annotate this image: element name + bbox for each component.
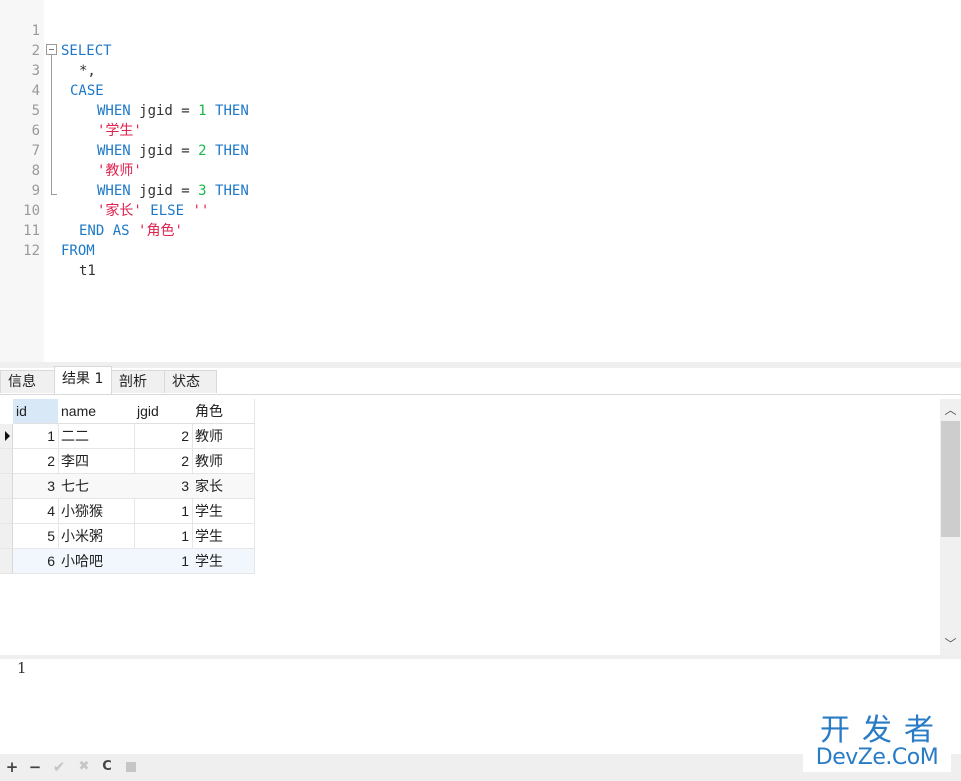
header-corner bbox=[0, 399, 13, 424]
delete-record-icon[interactable]: − bbox=[26, 758, 44, 776]
fold-guide-line bbox=[51, 55, 52, 194]
code-line-4: 4 WHEN jgid = 1 THEN bbox=[0, 61, 961, 119]
tab-info[interactable]: 信息 bbox=[0, 370, 55, 393]
code-line-8: 8 WHEN jgid = 3 THEN bbox=[0, 141, 961, 199]
cell-name[interactable]: 七七 bbox=[58, 474, 135, 499]
code-line-1: 1 SELECT bbox=[0, 1, 961, 59]
row-indicator[interactable] bbox=[0, 524, 13, 549]
cell-role[interactable]: 学生 bbox=[192, 549, 255, 574]
cell-id[interactable]: 4 bbox=[13, 499, 59, 524]
cell-id[interactable]: 6 bbox=[13, 549, 59, 574]
cell-id[interactable]: 3 bbox=[13, 474, 59, 499]
sql-editor[interactable]: 1 SELECT 2 *, 3 CASE 4 WHEN jgid = 1 THE… bbox=[0, 0, 961, 362]
tab-result-1[interactable]: 结果 1 bbox=[54, 366, 112, 394]
cell-name[interactable]: 李四 bbox=[58, 449, 135, 474]
current-row-indicator-icon bbox=[0, 424, 13, 449]
cell-id[interactable]: 2 bbox=[13, 449, 59, 474]
table-row[interactable]: 5 小米粥 1 学生 bbox=[0, 524, 256, 549]
vertical-scrollbar[interactable]: ︿ ﹀ bbox=[940, 399, 961, 655]
column-header-name[interactable]: name bbox=[58, 399, 135, 424]
apply-changes-icon[interactable]: ✔ bbox=[50, 758, 68, 776]
code-line-11: 11 FROM bbox=[0, 201, 961, 259]
cell-name[interactable]: 二二 bbox=[58, 424, 135, 449]
row-indicator[interactable] bbox=[0, 474, 13, 499]
keyword: FROM bbox=[61, 243, 95, 259]
table-row[interactable]: 1 二二 2 教师 bbox=[0, 424, 256, 449]
discard-changes-icon[interactable]: ✖ bbox=[75, 758, 93, 776]
refresh-icon[interactable]: C bbox=[98, 758, 116, 776]
stop-icon[interactable] bbox=[122, 758, 140, 776]
cell-role[interactable]: 家长 bbox=[192, 474, 255, 499]
table-row[interactable]: 3 七七 3 家长 bbox=[0, 474, 256, 499]
watermark-logo: 开发者 DevZe.CoM bbox=[803, 716, 951, 772]
row-indicator[interactable] bbox=[0, 449, 13, 474]
fold-collapse-icon[interactable] bbox=[46, 44, 57, 55]
add-record-icon[interactable]: + bbox=[3, 758, 21, 776]
code-line-5: 5 '学生' bbox=[0, 81, 961, 139]
code-line-10: 10 END AS '角色' bbox=[0, 181, 961, 239]
result-grid[interactable]: id name jgid 角色 1 二二 2 教师 2 李四 2 教师 3 七七… bbox=[0, 395, 940, 655]
code-line-7: 7 '教师' bbox=[0, 121, 961, 179]
cell-jgid[interactable]: 2 bbox=[134, 449, 193, 474]
column-header-jgid[interactable]: jgid bbox=[134, 399, 193, 424]
preview-text: 1 bbox=[17, 659, 27, 677]
cell-role[interactable]: 学生 bbox=[192, 499, 255, 524]
cell-jgid[interactable]: 1 bbox=[134, 549, 193, 574]
line-number: 12 bbox=[23, 243, 40, 259]
watermark-bottom-text: DevZe.CoM bbox=[815, 745, 939, 770]
code-line-3: 3 CASE bbox=[0, 41, 961, 99]
code-line-9: 9 '家长' ELSE '' bbox=[0, 161, 961, 219]
table-row[interactable]: 6 小哈吧 1 学生 bbox=[0, 549, 256, 574]
cell-jgid[interactable]: 1 bbox=[134, 499, 193, 524]
cell-name[interactable]: 小猕猴 bbox=[58, 499, 135, 524]
cell-id[interactable]: 5 bbox=[13, 524, 59, 549]
table-row[interactable]: 2 李四 2 教师 bbox=[0, 449, 256, 474]
scroll-up-icon[interactable]: ︿ bbox=[940, 399, 961, 421]
cell-name[interactable]: 小哈吧 bbox=[58, 549, 135, 574]
cell-role[interactable]: 教师 bbox=[192, 449, 255, 474]
table-row[interactable]: 4 小猕猴 1 学生 bbox=[0, 499, 256, 524]
code-text: t1 bbox=[79, 263, 96, 279]
column-header-id[interactable]: id bbox=[13, 399, 59, 424]
result-tabs: 信息 结果 1 剖析 状态 bbox=[0, 366, 961, 395]
cell-name[interactable]: 小米粥 bbox=[58, 524, 135, 549]
watermark-top-text: 开发者 bbox=[820, 713, 946, 748]
cell-role[interactable]: 教师 bbox=[192, 424, 255, 449]
row-indicator[interactable] bbox=[0, 499, 13, 524]
scroll-down-icon[interactable]: ﹀ bbox=[940, 633, 961, 655]
code-line-12: 12 t1 bbox=[0, 221, 961, 279]
cell-id[interactable]: 1 bbox=[13, 424, 59, 449]
column-header-role[interactable]: 角色 bbox=[192, 399, 255, 424]
code-line-2: 2 *, bbox=[0, 21, 961, 79]
row-indicator[interactable] bbox=[0, 549, 13, 574]
fold-guide-end bbox=[51, 194, 57, 195]
cell-jgid[interactable]: 2 bbox=[134, 424, 193, 449]
scroll-thumb[interactable] bbox=[941, 421, 960, 537]
cell-jgid[interactable]: 1 bbox=[134, 524, 193, 549]
tab-status[interactable]: 状态 bbox=[164, 370, 217, 393]
tab-profile[interactable]: 剖析 bbox=[111, 370, 165, 393]
grid-header-row: id name jgid 角色 bbox=[0, 399, 256, 424]
cell-jgid[interactable]: 3 bbox=[134, 474, 193, 499]
code-line-6: 6 WHEN jgid = 2 THEN bbox=[0, 101, 961, 159]
cell-role[interactable]: 学生 bbox=[192, 524, 255, 549]
